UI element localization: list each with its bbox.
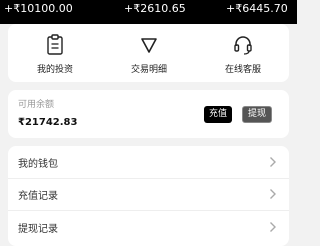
menu-item-recharge-records[interactable]: 充值记录 — [8, 178, 289, 211]
menu-item-label: 我的钱包 — [18, 159, 58, 170]
recharge-button[interactable]: 充值 — [204, 106, 233, 123]
menu-card: 我的钱包 充值记录 提现记录 — [8, 146, 289, 246]
stat-value: +₹10100.00 — [4, 2, 73, 15]
headset-icon — [234, 36, 252, 55]
stat-value: +₹6445.70 — [226, 2, 288, 15]
stat-value: +₹2610.65 — [124, 2, 186, 15]
clipboard-icon — [47, 34, 63, 55]
chevron-right-icon — [270, 189, 276, 199]
balance-label: 可用余额 — [18, 100, 55, 110]
balance-value: ₹21742.83 — [18, 117, 78, 128]
quick-action-transactions[interactable]: 交易明细 — [102, 24, 196, 82]
quick-action-online-support[interactable]: 在线客服 — [196, 24, 290, 82]
chevron-right-icon — [270, 222, 276, 232]
menu-item-withdraw-records[interactable]: 提现记录 — [8, 211, 289, 243]
menu-item-label: 提现记录 — [18, 224, 58, 235]
menu-item-label: 充值记录 — [18, 191, 58, 202]
quick-action-label: 我的投资 — [36, 65, 73, 75]
menu-item-my-wallet[interactable]: 我的钱包 — [8, 146, 289, 179]
quick-actions-card: 我的投资 交易明细 在线客服 — [8, 24, 289, 82]
quick-action-my-investment[interactable]: 我的投资 — [8, 24, 102, 82]
balance-card: 可用余额 ₹21742.83 充值 提现 — [8, 90, 289, 138]
quick-action-label: 交易明细 — [130, 65, 167, 75]
withdraw-button[interactable]: 提现 — [242, 106, 273, 123]
stats-bar: +₹10100.00 +₹2610.65 +₹6445.70 — [0, 0, 297, 24]
triangle-down-icon — [141, 38, 157, 53]
chevron-right-icon — [270, 157, 276, 167]
quick-action-label: 在线客服 — [224, 65, 261, 75]
